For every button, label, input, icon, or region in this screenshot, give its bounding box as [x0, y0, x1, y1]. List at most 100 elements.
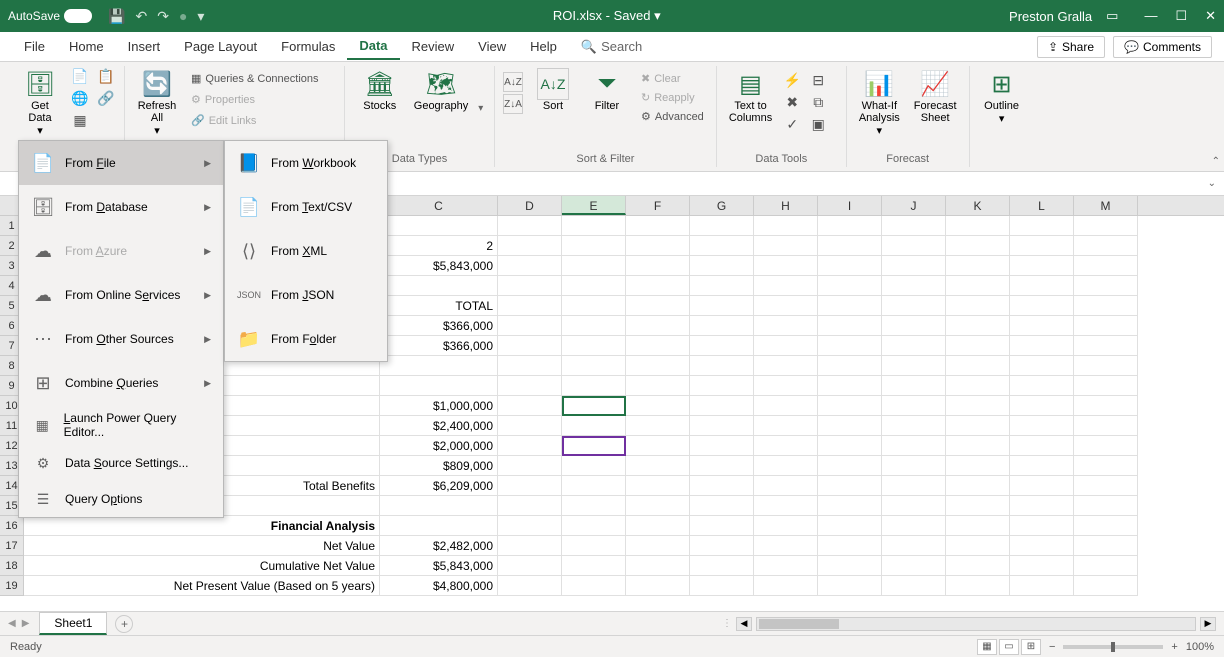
cell[interactable] [946, 516, 1010, 536]
cell[interactable] [690, 536, 754, 556]
redo-icon[interactable]: ↷ [157, 8, 169, 25]
cell[interactable] [562, 236, 626, 256]
cell[interactable] [882, 236, 946, 256]
cell[interactable] [754, 276, 818, 296]
cell[interactable] [690, 496, 754, 516]
cell[interactable] [562, 396, 626, 416]
cell[interactable] [946, 416, 1010, 436]
menu-from-json[interactable]: JSON From JSON [225, 273, 387, 317]
cell[interactable] [690, 376, 754, 396]
get-data-button[interactable]: 🗄 Get Data▾ [16, 66, 64, 139]
cell[interactable] [626, 556, 690, 576]
cell[interactable] [690, 476, 754, 496]
cell[interactable] [562, 376, 626, 396]
tab-file[interactable]: File [12, 34, 57, 59]
col-header-L[interactable]: L [1010, 196, 1074, 215]
cell[interactable] [754, 216, 818, 236]
menu-from-other[interactable]: ⋯ From Other Sources ▶ [19, 317, 223, 361]
tab-data[interactable]: Data [347, 33, 399, 60]
row-header[interactable]: 16 [0, 516, 24, 536]
menu-query-options[interactable]: ☰ Query Options [19, 481, 223, 517]
cell[interactable] [1010, 556, 1074, 576]
col-header-H[interactable]: H [754, 196, 818, 215]
cell[interactable] [946, 436, 1010, 456]
scroll-left-button[interactable]: ◀ [736, 617, 752, 631]
cell[interactable] [818, 356, 882, 376]
menu-from-workbook[interactable]: 📘 From Workbook [225, 141, 387, 185]
cell[interactable] [946, 296, 1010, 316]
cell[interactable] [1074, 296, 1138, 316]
cell[interactable] [946, 456, 1010, 476]
forecast-sheet-button[interactable]: 📈 Forecast Sheet [910, 66, 961, 126]
cell[interactable] [818, 316, 882, 336]
cell[interactable] [882, 256, 946, 276]
cell[interactable] [626, 576, 690, 596]
cell[interactable] [946, 376, 1010, 396]
col-header-E[interactable]: E [562, 196, 626, 215]
refresh-all-button[interactable]: 🔄 Refresh All▾ [133, 66, 181, 139]
cell[interactable] [818, 496, 882, 516]
cell[interactable] [1010, 296, 1074, 316]
existing-connections-icon[interactable]: 🔗 [96, 88, 116, 108]
cell[interactable] [818, 476, 882, 496]
menu-from-folder[interactable]: 📁 From Folder [225, 317, 387, 361]
cell[interactable] [498, 536, 562, 556]
cell[interactable] [946, 216, 1010, 236]
row-header[interactable]: 18 [0, 556, 24, 576]
cell[interactable] [1010, 476, 1074, 496]
cell[interactable] [626, 396, 690, 416]
cell[interactable] [818, 236, 882, 256]
cell[interactable]: $1,000,000 [380, 396, 498, 416]
tab-home[interactable]: Home [57, 34, 116, 59]
cell[interactable] [626, 336, 690, 356]
cell[interactable]: Net Value [24, 536, 380, 556]
cell[interactable] [562, 496, 626, 516]
advanced-button[interactable]: ⚙ Advanced [637, 108, 708, 125]
cell[interactable] [690, 456, 754, 476]
page-break-view-button[interactable]: ⊞ [1021, 639, 1041, 655]
cell[interactable] [1074, 236, 1138, 256]
cell[interactable] [818, 336, 882, 356]
cell[interactable] [818, 376, 882, 396]
cell[interactable] [1074, 556, 1138, 576]
undo-icon[interactable]: ↶ [135, 8, 147, 25]
cell[interactable] [818, 296, 882, 316]
cell[interactable] [690, 576, 754, 596]
cell[interactable] [562, 276, 626, 296]
cell[interactable] [882, 556, 946, 576]
flash-fill-icon[interactable]: ⚡ [782, 70, 802, 90]
cell[interactable] [818, 256, 882, 276]
cell[interactable] [562, 216, 626, 236]
tab-page-layout[interactable]: Page Layout [172, 34, 269, 59]
cell[interactable]: Net Present Value (Based on 5 years) [24, 576, 380, 596]
cell[interactable] [946, 556, 1010, 576]
row-header[interactable]: 17 [0, 536, 24, 556]
cell[interactable] [690, 556, 754, 576]
more-qat-icon[interactable]: ▾ [197, 8, 204, 25]
scroll-right-button[interactable]: ▶ [1200, 617, 1216, 631]
collapse-ribbon-icon[interactable]: ⌃ [1212, 156, 1220, 167]
cell[interactable] [818, 436, 882, 456]
recent-sources-icon[interactable]: 📋 [96, 66, 116, 86]
minimize-icon[interactable]: ― [1144, 8, 1157, 24]
cell[interactable] [626, 216, 690, 236]
cell[interactable] [1010, 216, 1074, 236]
geography-button[interactable]: 🗺 Geography [410, 66, 472, 114]
cell[interactable] [754, 316, 818, 336]
cell[interactable] [690, 356, 754, 376]
cell[interactable] [754, 396, 818, 416]
page-layout-view-button[interactable]: ▭ [999, 639, 1019, 655]
cell[interactable] [626, 536, 690, 556]
cell[interactable]: Cumulative Net Value [24, 556, 380, 576]
cell[interactable] [562, 296, 626, 316]
cell[interactable] [498, 236, 562, 256]
cell[interactable] [1074, 216, 1138, 236]
maximize-icon[interactable]: ☐ [1175, 8, 1187, 24]
cell[interactable] [1074, 276, 1138, 296]
text-to-columns-button[interactable]: ▤ Text to Columns [725, 66, 776, 126]
from-table-icon[interactable]: ▦ [70, 110, 90, 130]
col-header-M[interactable]: M [1074, 196, 1138, 215]
cell[interactable]: $809,000 [380, 456, 498, 476]
cell[interactable] [882, 376, 946, 396]
cell[interactable] [690, 316, 754, 336]
